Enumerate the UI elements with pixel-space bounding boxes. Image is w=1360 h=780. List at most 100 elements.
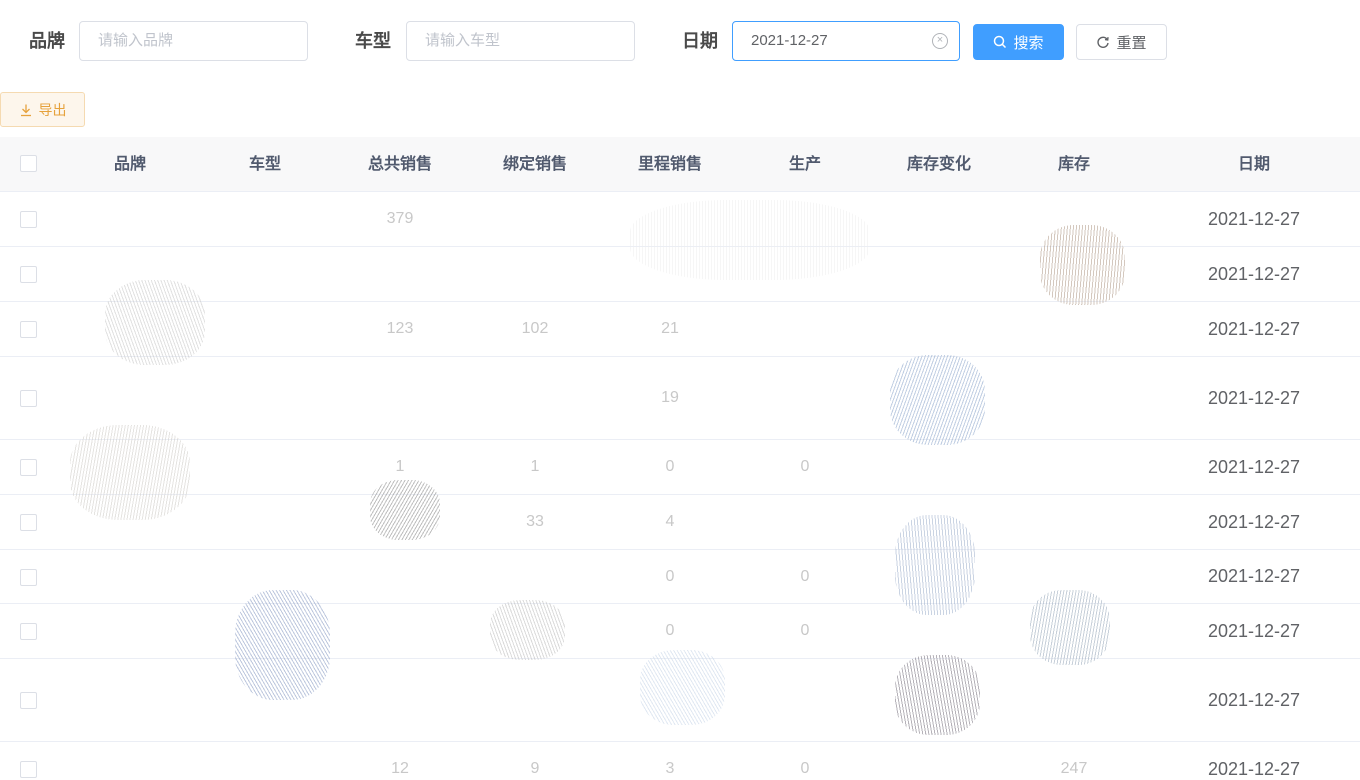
- cell-mileage: 4: [665, 513, 675, 530]
- reset-button-label: 重置: [1116, 34, 1147, 52]
- cell-brand: [65, 604, 195, 658]
- cell-stock: [1009, 192, 1139, 246]
- cell-date: 2021-12-27: [1207, 208, 1301, 229]
- cell-stock: [1009, 357, 1139, 439]
- cell-mileage: 19: [661, 389, 679, 406]
- cell-mileage: 0: [665, 567, 675, 585]
- table-row[interactable]: 2021-12-27: [0, 659, 1360, 742]
- row-checkbox[interactable]: [20, 623, 37, 640]
- table-row[interactable]: 379 2021-12-27: [0, 192, 1360, 247]
- table-row[interactable]: 0 0 2021-12-27: [0, 550, 1360, 604]
- cell-total: 1: [395, 458, 405, 475]
- column-header-model: 车型: [248, 156, 281, 173]
- row-checkbox[interactable]: [20, 692, 37, 709]
- cell-production: 0: [800, 622, 810, 639]
- cell-stock: [1009, 495, 1139, 549]
- search-button[interactable]: 搜索: [973, 24, 1064, 60]
- column-header-production: 生产: [788, 156, 821, 173]
- refresh-icon: [1097, 36, 1110, 48]
- cell-model: [200, 302, 330, 356]
- model-input[interactable]: 请输入车型: [406, 21, 635, 61]
- cell-model: [200, 495, 330, 549]
- cell-date: 2021-12-27: [1207, 758, 1301, 779]
- cell-bound: [470, 604, 600, 658]
- cell-total: [335, 659, 465, 741]
- cell-bound: [470, 357, 600, 439]
- column-header-stock: 库存: [1057, 156, 1090, 173]
- brand-input[interactable]: 请输入品牌: [79, 21, 308, 61]
- date-picker[interactable]: 2021-12-27 ×: [732, 21, 960, 61]
- cell-model: [200, 247, 330, 301]
- cell-change: [874, 495, 1004, 549]
- cell-production: [740, 192, 870, 246]
- cell-mileage: [605, 192, 735, 246]
- cell-total: [335, 550, 465, 603]
- row-checkbox[interactable]: [20, 459, 37, 476]
- model-label: 车型: [355, 31, 391, 51]
- cell-production: 0: [800, 567, 810, 585]
- table-body: 379 2021-12-27 2021-12-27 123 102 21 2021-12-2…: [0, 192, 1360, 780]
- clear-icon[interactable]: ×: [932, 33, 948, 49]
- cell-change: [874, 550, 1004, 603]
- export-button[interactable]: 导出: [0, 92, 85, 127]
- column-header-mileage: 里程销售: [637, 156, 702, 173]
- cell-production: 0: [800, 760, 810, 777]
- cell-brand: [65, 742, 195, 780]
- table-row[interactable]: 19 2021-12-27: [0, 357, 1360, 440]
- cell-change: [874, 357, 1004, 439]
- cell-model: [200, 357, 330, 439]
- select-all-checkbox[interactable]: [20, 155, 37, 172]
- row-checkbox[interactable]: [20, 211, 37, 228]
- cell-mileage: 0: [665, 458, 675, 475]
- cell-model: [200, 604, 330, 658]
- table-row[interactable]: 0 0 2021-12-27: [0, 604, 1360, 659]
- reset-button[interactable]: 重置: [1076, 24, 1167, 60]
- cell-change: [874, 302, 1004, 356]
- cell-bound: [470, 192, 600, 246]
- cell-change: [874, 604, 1004, 658]
- cell-total: [335, 247, 465, 301]
- cell-date: 2021-12-27: [1207, 566, 1301, 586]
- cell-production: [740, 302, 870, 356]
- table-header: 品牌 车型 总共销售 绑定销售 里程销售 生产 库存变化 库存 日期: [0, 137, 1360, 192]
- table-row[interactable]: 123 102 21 2021-12-27: [0, 302, 1360, 357]
- cell-total: [335, 604, 465, 658]
- cell-brand: [65, 357, 195, 439]
- date-value: 2021-12-27: [751, 32, 828, 49]
- cell-brand: [65, 302, 195, 356]
- cell-mileage: [605, 247, 735, 301]
- column-header-total: 总共销售: [367, 156, 432, 173]
- row-checkbox[interactable]: [20, 390, 37, 407]
- cell-production: 0: [800, 458, 810, 475]
- cell-date: 2021-12-27: [1207, 511, 1301, 532]
- export-button-label: 导出: [38, 101, 67, 118]
- cell-stock: [1009, 247, 1139, 301]
- cell-change: [874, 192, 1004, 246]
- column-header-bound: 绑定销售: [502, 156, 567, 173]
- cell-total: 123: [386, 320, 414, 337]
- row-checkbox[interactable]: [20, 568, 37, 586]
- row-checkbox[interactable]: [20, 321, 37, 338]
- row-checkbox[interactable]: [20, 514, 37, 531]
- cell-stock: [1009, 302, 1139, 356]
- filter-bar: 品牌 请输入品牌 车型 请输入车型 日期 2021-12-27 × 搜索 重置: [0, 21, 1360, 61]
- table-row[interactable]: 12 9 3 0 247 2021-12-27: [0, 742, 1360, 780]
- cell-change: [874, 659, 1004, 741]
- cell-production: [740, 357, 870, 439]
- cell-date: 2021-12-27: [1207, 620, 1301, 641]
- column-header-brand: 品牌: [113, 156, 146, 173]
- download-icon: [20, 104, 31, 116]
- table-row[interactable]: 2021-12-27: [0, 247, 1360, 302]
- cell-model: [200, 192, 330, 246]
- cell-model: [200, 659, 330, 741]
- row-checkbox[interactable]: [20, 761, 37, 778]
- row-checkbox[interactable]: [20, 266, 37, 283]
- column-header-change: 库存变化: [906, 156, 971, 173]
- cell-stock: [1009, 604, 1139, 658]
- table-row[interactable]: 33 4 2021-12-27: [0, 495, 1360, 550]
- cell-date: 2021-12-27: [1207, 456, 1301, 477]
- cell-total: [335, 495, 465, 549]
- cell-total: [335, 357, 465, 439]
- cell-bound: [470, 247, 600, 301]
- table-row[interactable]: 1 1 0 0 2021-12-27: [0, 440, 1360, 495]
